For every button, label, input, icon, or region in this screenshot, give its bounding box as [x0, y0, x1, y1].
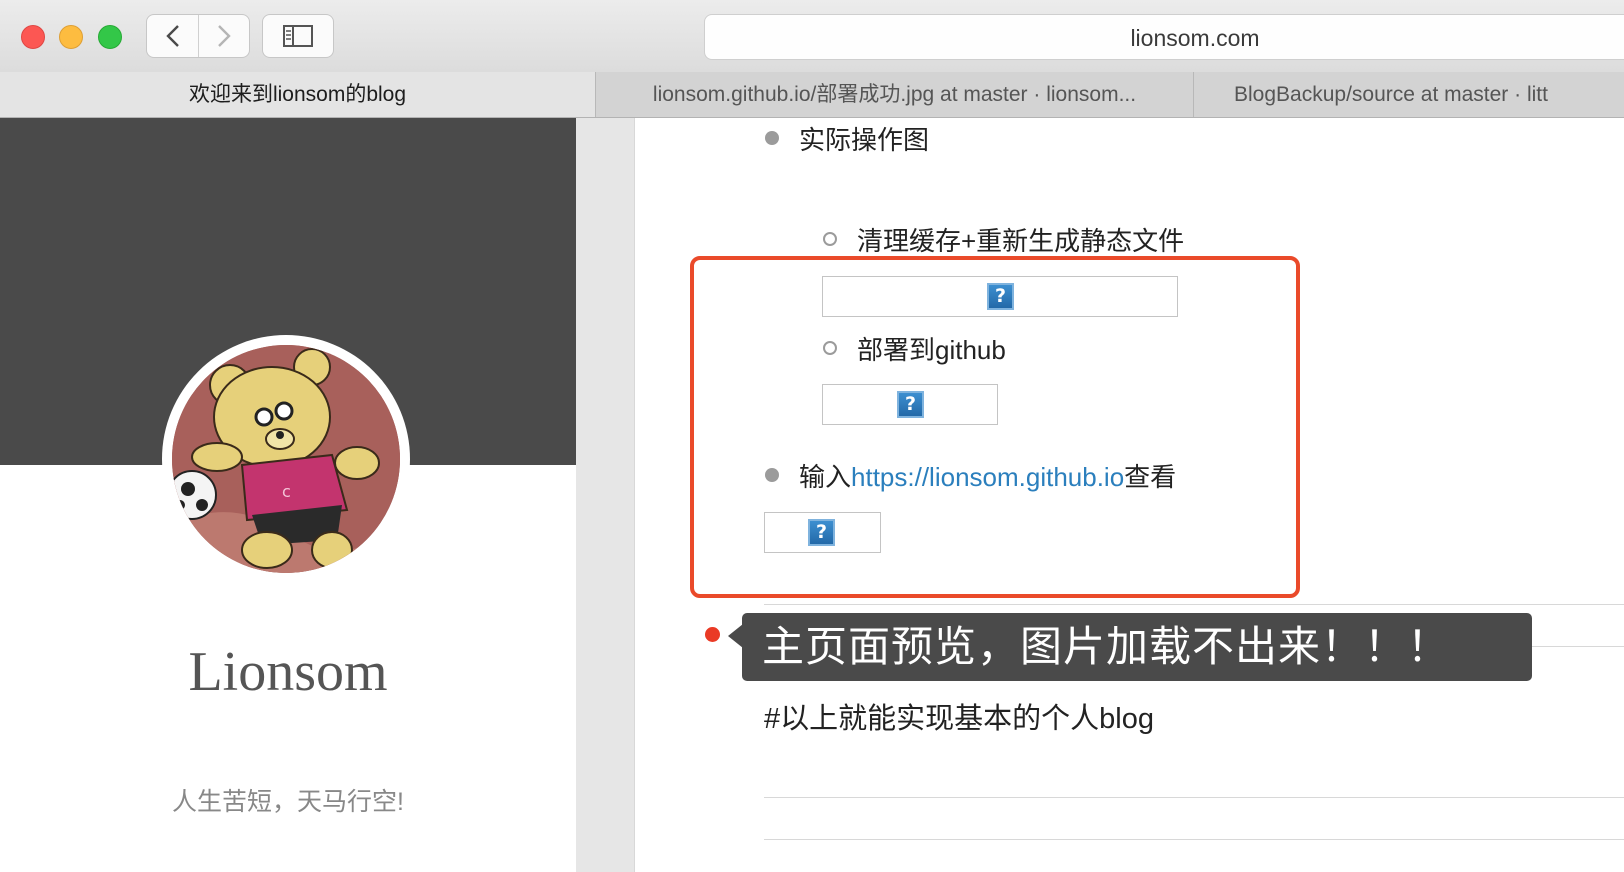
- browser-toolbar: lionsom.com: [0, 0, 1624, 73]
- close-window-button[interactable]: [21, 25, 45, 49]
- annotation-highlight-box: [690, 256, 1300, 598]
- site-motto: 人生苦短，天马行空!: [172, 788, 404, 816]
- svg-text:c: c: [282, 482, 291, 501]
- annotation-callout-arrow: [728, 624, 743, 648]
- show-sidebar-button[interactable]: [262, 14, 334, 58]
- navigation-buttons: [146, 14, 250, 58]
- bear-illustration-icon: c: [172, 345, 400, 573]
- annotation-marker-dot: [705, 627, 720, 642]
- chevron-left-icon: [165, 25, 179, 47]
- bear-avatar-image: c: [172, 345, 400, 573]
- zoom-window-button[interactable]: [98, 25, 122, 49]
- sidebar-toggle-icon: [283, 25, 313, 47]
- tab-bar: 欢迎来到lionsom的blog lionsom.github.io/部署成功.…: [0, 72, 1624, 118]
- minimize-window-button[interactable]: [59, 25, 83, 49]
- back-button[interactable]: [147, 15, 199, 57]
- site-name[interactable]: Lionsom: [0, 640, 576, 704]
- forward-button[interactable]: [198, 15, 249, 57]
- list-item-clean-cache: 清理缓存+重新生成静态文件: [857, 226, 1185, 256]
- url-text: lionsom.com: [1130, 25, 1260, 51]
- address-bar[interactable]: lionsom.com: [704, 14, 1624, 60]
- divider: [764, 604, 1624, 605]
- divider: [764, 839, 1624, 840]
- chevron-right-icon: [217, 25, 231, 47]
- post-summary-line: #以上就能实现基本的个人blog: [764, 703, 1154, 735]
- avatar[interactable]: c: [162, 335, 410, 583]
- list-item-actual-screens: 实际操作图: [799, 125, 930, 155]
- tab-lionsom-blog[interactable]: 欢迎来到lionsom的blog: [0, 72, 596, 117]
- content-gutter: [576, 118, 635, 872]
- divider: [764, 797, 1624, 798]
- tab-blogbackup-source[interactable]: BlogBackup/source at master · litt: [1194, 72, 1624, 117]
- tab-github-image[interactable]: lionsom.github.io/部署成功.jpg at master · l…: [596, 72, 1194, 117]
- annotation-text: 主页面预览，图片加载不出来！！！: [762, 623, 1451, 670]
- list-bullet: [765, 131, 779, 145]
- list-bullet: [823, 232, 837, 246]
